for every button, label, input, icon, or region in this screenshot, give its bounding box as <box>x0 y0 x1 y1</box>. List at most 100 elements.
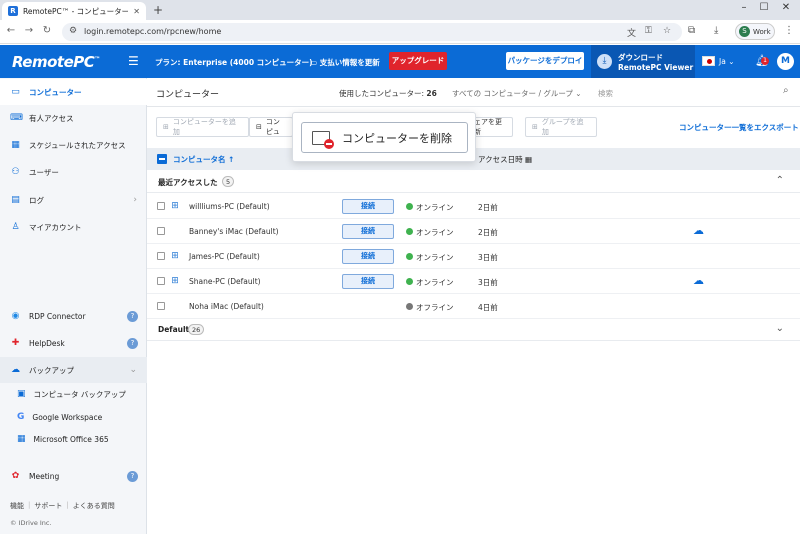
sidebar-item-scheduled-access[interactable]: ▦ スケジュールされたアクセス <box>0 132 147 158</box>
table-row[interactable]: ⊞ Shane-PC (Default) 接続 オンライン 3日前 ☁ <box>147 269 800 294</box>
hamburger-menu-icon[interactable]: ☰ <box>128 54 139 68</box>
last-access: 4日前 <box>478 303 498 312</box>
add-computer-button[interactable]: ⊞ コンピューターを追加 <box>156 117 249 137</box>
group-count-badge: 5 <box>222 176 235 187</box>
table-row[interactable]: ⊞ James-PC (Default) 接続 オンライン 3日前 <box>147 244 800 269</box>
help-icon[interactable]: ? <box>127 310 138 322</box>
connect-button[interactable]: 接続 <box>342 274 394 289</box>
address-bar[interactable]: ⚙ login.remotepc.com/rpcnew/home 文 ⚿ ☆ <box>62 23 682 41</box>
search-input[interactable]: 検索 <box>598 88 613 99</box>
remove-computer-popup-button[interactable]: コンピューターを削除 <box>301 122 468 153</box>
status-dot <box>406 228 413 235</box>
browser-tab[interactable]: R RemotePC™ - コンピューター ✕ <box>2 2 146 20</box>
download-viewer-button[interactable]: ⤓ ダウンロード RemotePC Viewer <box>591 45 695 78</box>
sidebar: ▭ コンピューター ⌨ 有人アクセス ▦ スケジュールされたアクセス ⚇ ユーザ… <box>0 78 147 534</box>
back-icon[interactable]: ← <box>4 25 18 36</box>
table-row[interactable]: ⊞ willliums-PC (Default) 接続 オンライン 2日前 <box>147 194 800 219</box>
search-icon[interactable]: ⌕ <box>783 85 789 96</box>
table-row[interactable]: Noha iMac (Default) オフライン 4日前 <box>147 294 800 319</box>
profile-label: Work <box>753 27 771 36</box>
support-link[interactable]: サポート <box>34 501 62 511</box>
sidebar-item-google-workspace[interactable]: G Google Workspace <box>0 406 147 428</box>
close-tab-icon[interactable]: ✕ <box>133 7 140 16</box>
sidebar-item-backup[interactable]: ☁ バックアップ ⌄ <box>0 357 147 383</box>
connect-button[interactable]: 接続 <box>342 199 394 214</box>
sidebar-item-my-account[interactable]: ♙ マイアカウント <box>0 214 147 240</box>
faq-link[interactable]: よくある質問 <box>73 501 115 511</box>
remotepc-logo[interactable]: RemotePC™ <box>12 53 100 71</box>
meeting-icon: ✿ <box>11 471 20 481</box>
language-selector[interactable]: Ja ⌄ <box>719 57 735 66</box>
upgrade-button[interactable]: アップグレード <box>389 52 447 70</box>
add-computer-label: コンピューターを追加 <box>172 118 236 136</box>
connect-button[interactable]: 接続 <box>342 249 394 264</box>
sidebar-item-label: HelpDesk <box>29 338 65 348</box>
row-checkbox[interactable] <box>157 277 165 285</box>
app-header: RemotePC™ ☰ プラン: Enterprise (4000 コンピュータ… <box>0 45 800 78</box>
select-all-checkbox[interactable] <box>157 154 167 164</box>
features-link[interactable]: 機能 <box>10 501 24 511</box>
last-access: 2日前 <box>478 228 498 237</box>
profile-button[interactable]: S Work <box>735 23 775 40</box>
download-product-label: RemotePC Viewer <box>618 63 694 72</box>
japan-flag-icon[interactable] <box>702 56 715 66</box>
remove-computer-button[interactable]: ⊟ コンピュ <box>249 117 293 137</box>
chevron-down-icon: ⌄ <box>129 365 137 375</box>
log-icon: ▤ <box>11 195 20 205</box>
password-key-icon[interactable]: ⚿ <box>645 26 652 36</box>
computer-name: Banney's iMac (Default) <box>189 227 279 236</box>
deploy-package-button[interactable]: パッケージをデプロイ <box>506 52 584 70</box>
sidebar-item-label: ユーザー <box>29 167 59 177</box>
forward-icon[interactable]: → <box>22 25 36 36</box>
bookmark-star-icon[interactable]: ☆ <box>663 26 671 36</box>
sidebar-item-rdp-connector[interactable]: ◉ RDP Connector ? <box>0 303 147 329</box>
group-default[interactable]: Default 26 ⌄ <box>147 319 800 341</box>
cloud-upload-icon[interactable]: ☁ <box>693 274 704 287</box>
site-info-icon[interactable]: ⚙ <box>69 26 77 36</box>
chevron-up-icon[interactable]: ⌃ <box>776 175 784 186</box>
sidebar-item-users[interactable]: ⚇ ユーザー <box>0 159 147 185</box>
row-checkbox[interactable] <box>157 227 165 235</box>
sidebar-item-computers[interactable]: ▭ コンピューター <box>0 79 147 105</box>
language-label: Ja <box>719 57 726 66</box>
sidebar-item-meeting[interactable]: ✿ Meeting ? <box>0 463 147 489</box>
sidebar-item-attended-access[interactable]: ⌨ 有人アクセス <box>0 105 147 131</box>
browser-menu-icon[interactable]: ⋮ <box>784 25 794 36</box>
sidebar-item-helpdesk[interactable]: ✚ HelpDesk ? <box>0 330 147 356</box>
group-recent[interactable]: 最近アクセスした 5 ⌃ <box>147 171 800 193</box>
close-window-icon[interactable]: ✕ <box>776 2 796 13</box>
reload-icon[interactable]: ↻ <box>40 25 54 36</box>
sidebar-item-logs[interactable]: ▤ ログ › <box>0 187 147 213</box>
maximize-icon[interactable]: ☐ <box>754 2 774 13</box>
cloud-upload-icon[interactable]: ☁ <box>693 224 704 237</box>
column-computer-name[interactable]: コンピュータ名 ↑ <box>173 154 234 165</box>
computer-group-filter[interactable]: すべての コンピューター / グループ ⌄ <box>452 88 582 99</box>
card-icon: ▭ <box>310 58 318 67</box>
computer-name: Shane-PC (Default) <box>189 277 261 286</box>
minimize-icon[interactable]: – <box>734 2 754 13</box>
add-group-button[interactable]: ⊞ グループを追加 <box>525 117 597 137</box>
downloads-icon[interactable]: ⤓ <box>714 25 718 36</box>
status-text: オンライン <box>416 203 454 212</box>
user-avatar[interactable]: M <box>777 53 794 70</box>
sidebar-item-computer-backup[interactable]: ▣ コンピュータ バックアップ <box>0 383 147 405</box>
table-row[interactable]: Banney's iMac (Default) 接続 オンライン 2日前 ☁ <box>147 219 800 244</box>
translate-icon[interactable]: 文 <box>627 26 636 39</box>
column-last-access[interactable]: アクセス日時 ▦ <box>478 154 532 165</box>
status-text: オンライン <box>416 253 454 262</box>
sidebar-item-office-365[interactable]: ▦ Microsoft Office 365 <box>0 428 147 450</box>
chevron-down-icon: ⌄ <box>728 57 735 66</box>
status-text: オンライン <box>416 278 454 287</box>
extensions-icon[interactable]: ⧉ <box>688 25 695 36</box>
help-icon[interactable]: ? <box>127 337 138 349</box>
row-checkbox[interactable] <box>157 202 165 210</box>
export-computers-link[interactable]: コンピューター一覧をエクスポート <box>679 122 799 133</box>
row-checkbox[interactable] <box>157 252 165 260</box>
sidebar-item-label: コンピューター <box>29 87 82 97</box>
chevron-down-icon[interactable]: ⌄ <box>776 323 784 334</box>
connect-button[interactable]: 接続 <box>342 224 394 239</box>
row-checkbox[interactable] <box>157 302 165 310</box>
new-tab-icon[interactable]: + <box>153 3 163 17</box>
update-payment-link[interactable]: ▭ 支払い情報を更新 <box>310 57 380 68</box>
help-icon[interactable]: ? <box>127 470 138 482</box>
